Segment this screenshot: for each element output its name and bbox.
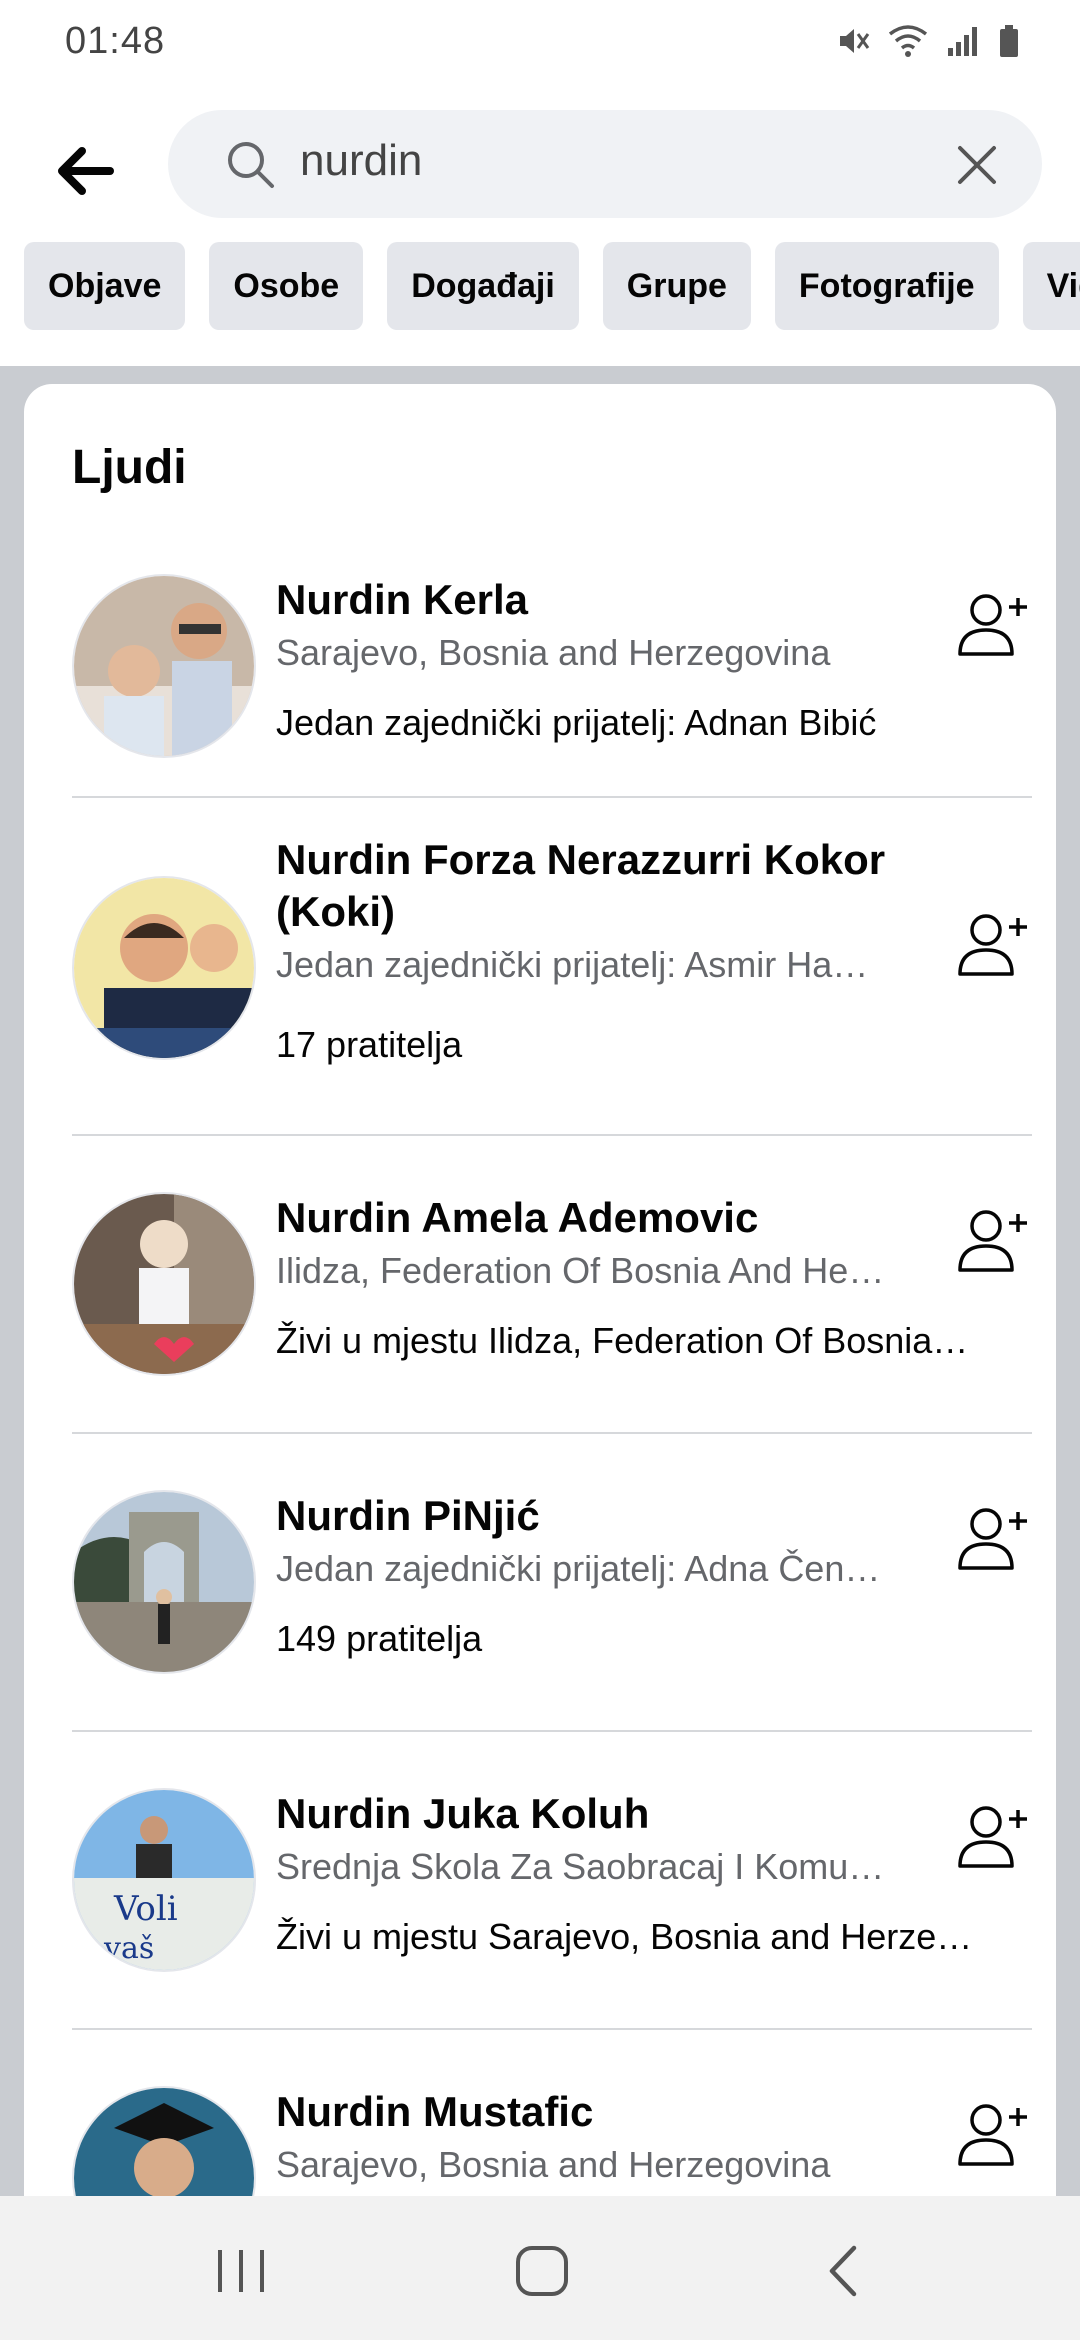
section-title: Ljudi [72, 441, 187, 494]
chip-osobe[interactable]: Osobe [209, 242, 364, 330]
person-subtitle: Ilidza, Federation Of Bosnia And He… [276, 1250, 885, 1291]
status-time: 01:48 [65, 20, 166, 62]
chip-objave[interactable]: Objave [24, 242, 186, 330]
system-nav-bar [0, 2196, 1080, 2340]
chip-video[interactable]: Vid [1022, 242, 1080, 330]
search-icon [224, 138, 278, 197]
person-name: Nurdin Forza Nerazzurri Kokor (Koki) [276, 836, 886, 935]
svg-text:Voli: Voli [113, 1889, 178, 1929]
people-card: Ljudi Nurdin Kerla Sarajevo, Bosnia and … [24, 384, 1056, 2284]
recents-button[interactable] [206, 2236, 276, 2306]
recents-icon [218, 2250, 264, 2292]
wifi-icon [888, 24, 928, 58]
back-icon [829, 2245, 857, 2297]
add-friend-button[interactable] [952, 1500, 1032, 1580]
filter-chips: Objave Osobe Događaji Grupe Fotografije … [24, 242, 1080, 330]
status-bar: 01:48 [0, 0, 1080, 86]
chip-dogadaji[interactable]: Događaji [387, 242, 579, 330]
person-name: Nurdin Juka Koluh [276, 1790, 650, 1837]
person-subtitle: Jedan zajednički prijatelj: Adna Čen… [276, 1548, 881, 1589]
person-subtitle: Jedan zajednički prijatelj: Asmir Ha… [276, 944, 869, 985]
add-friend-icon [958, 914, 1027, 976]
person-subtitle: Sarajevo, Bosnia and Herzegovina [276, 632, 831, 673]
add-friend-button[interactable] [952, 586, 1032, 666]
person-extra: Živi u mjestu Sarajevo, Bosnia and Herze… [276, 1916, 973, 1957]
search-input[interactable]: nurdin [168, 110, 1042, 218]
person-row[interactable]: Nurdin Amela Ademovic Ilidza, Federation… [72, 1136, 1032, 1434]
person-extra: Jedan zajednički prijatelj: Adnan Bibić [276, 702, 877, 743]
person-name: Nurdin PiNjić [276, 1492, 540, 1539]
add-friend-button[interactable] [952, 2096, 1032, 2176]
add-friend-icon [958, 1508, 1027, 1570]
avatar[interactable]: Voli vaš [72, 1788, 256, 1972]
add-friend-icon [958, 594, 1027, 656]
person-subtitle: Sarajevo, Bosnia and Herzegovina [276, 2144, 831, 2185]
status-icons [836, 24, 1020, 58]
person-subtitle: Srednja Skola Za Saobracaj I Komu… [276, 1846, 885, 1887]
person-extra: Živi u mjestu Ilidza, Federation Of Bosn… [276, 1320, 969, 1361]
avatar[interactable] [72, 1490, 256, 1674]
person-extra: 17 pratitelja [276, 1024, 463, 1065]
avatar[interactable] [72, 876, 256, 1060]
home-icon [516, 2246, 568, 2296]
avatar[interactable] [72, 574, 256, 758]
add-friend-button[interactable] [952, 1798, 1032, 1878]
add-friend-button[interactable] [952, 1202, 1032, 1282]
mute-icon [836, 24, 870, 58]
home-button[interactable] [508, 2236, 578, 2306]
person-extra: 149 pratitelja [276, 1618, 483, 1659]
add-friend-icon [958, 2104, 1027, 2166]
add-friend-button[interactable] [952, 906, 1032, 986]
person-name: Nurdin Kerla [276, 576, 529, 623]
add-friend-icon [958, 1806, 1027, 1868]
person-row[interactable]: Nurdin PiNjić Jedan zajednički prijatelj… [72, 1434, 1032, 1732]
back-button[interactable] [50, 136, 120, 206]
avatar[interactable] [72, 1192, 256, 1376]
clear-search-button[interactable] [952, 140, 1002, 190]
add-friend-icon [958, 1210, 1027, 1272]
person-name: Nurdin Mustafic [276, 2088, 594, 2135]
back-nav-button[interactable] [810, 2236, 880, 2306]
search-query: nurdin [300, 136, 423, 185]
svg-text:vaš: vaš [103, 1931, 154, 1966]
signal-icon [946, 24, 980, 58]
person-row[interactable]: Voli vaš Nurdin Juka Koluh Srednja Skola … [72, 1732, 1032, 2030]
person-name: Nurdin Amela Ademovic [276, 1194, 759, 1241]
chip-fotografije[interactable]: Fotografije [774, 242, 999, 330]
chip-grupe[interactable]: Grupe [602, 242, 751, 330]
search-header: nurdin [0, 86, 1080, 236]
battery-icon [998, 24, 1020, 58]
person-row[interactable]: Nurdin Kerla Sarajevo, Bosnia and Herzeg… [72, 554, 1032, 798]
clear-icon [958, 146, 996, 184]
person-row[interactable]: Nurdin Forza Nerazzurri Kokor (Koki) Jed… [72, 798, 1032, 1136]
back-arrow-icon [58, 147, 114, 195]
